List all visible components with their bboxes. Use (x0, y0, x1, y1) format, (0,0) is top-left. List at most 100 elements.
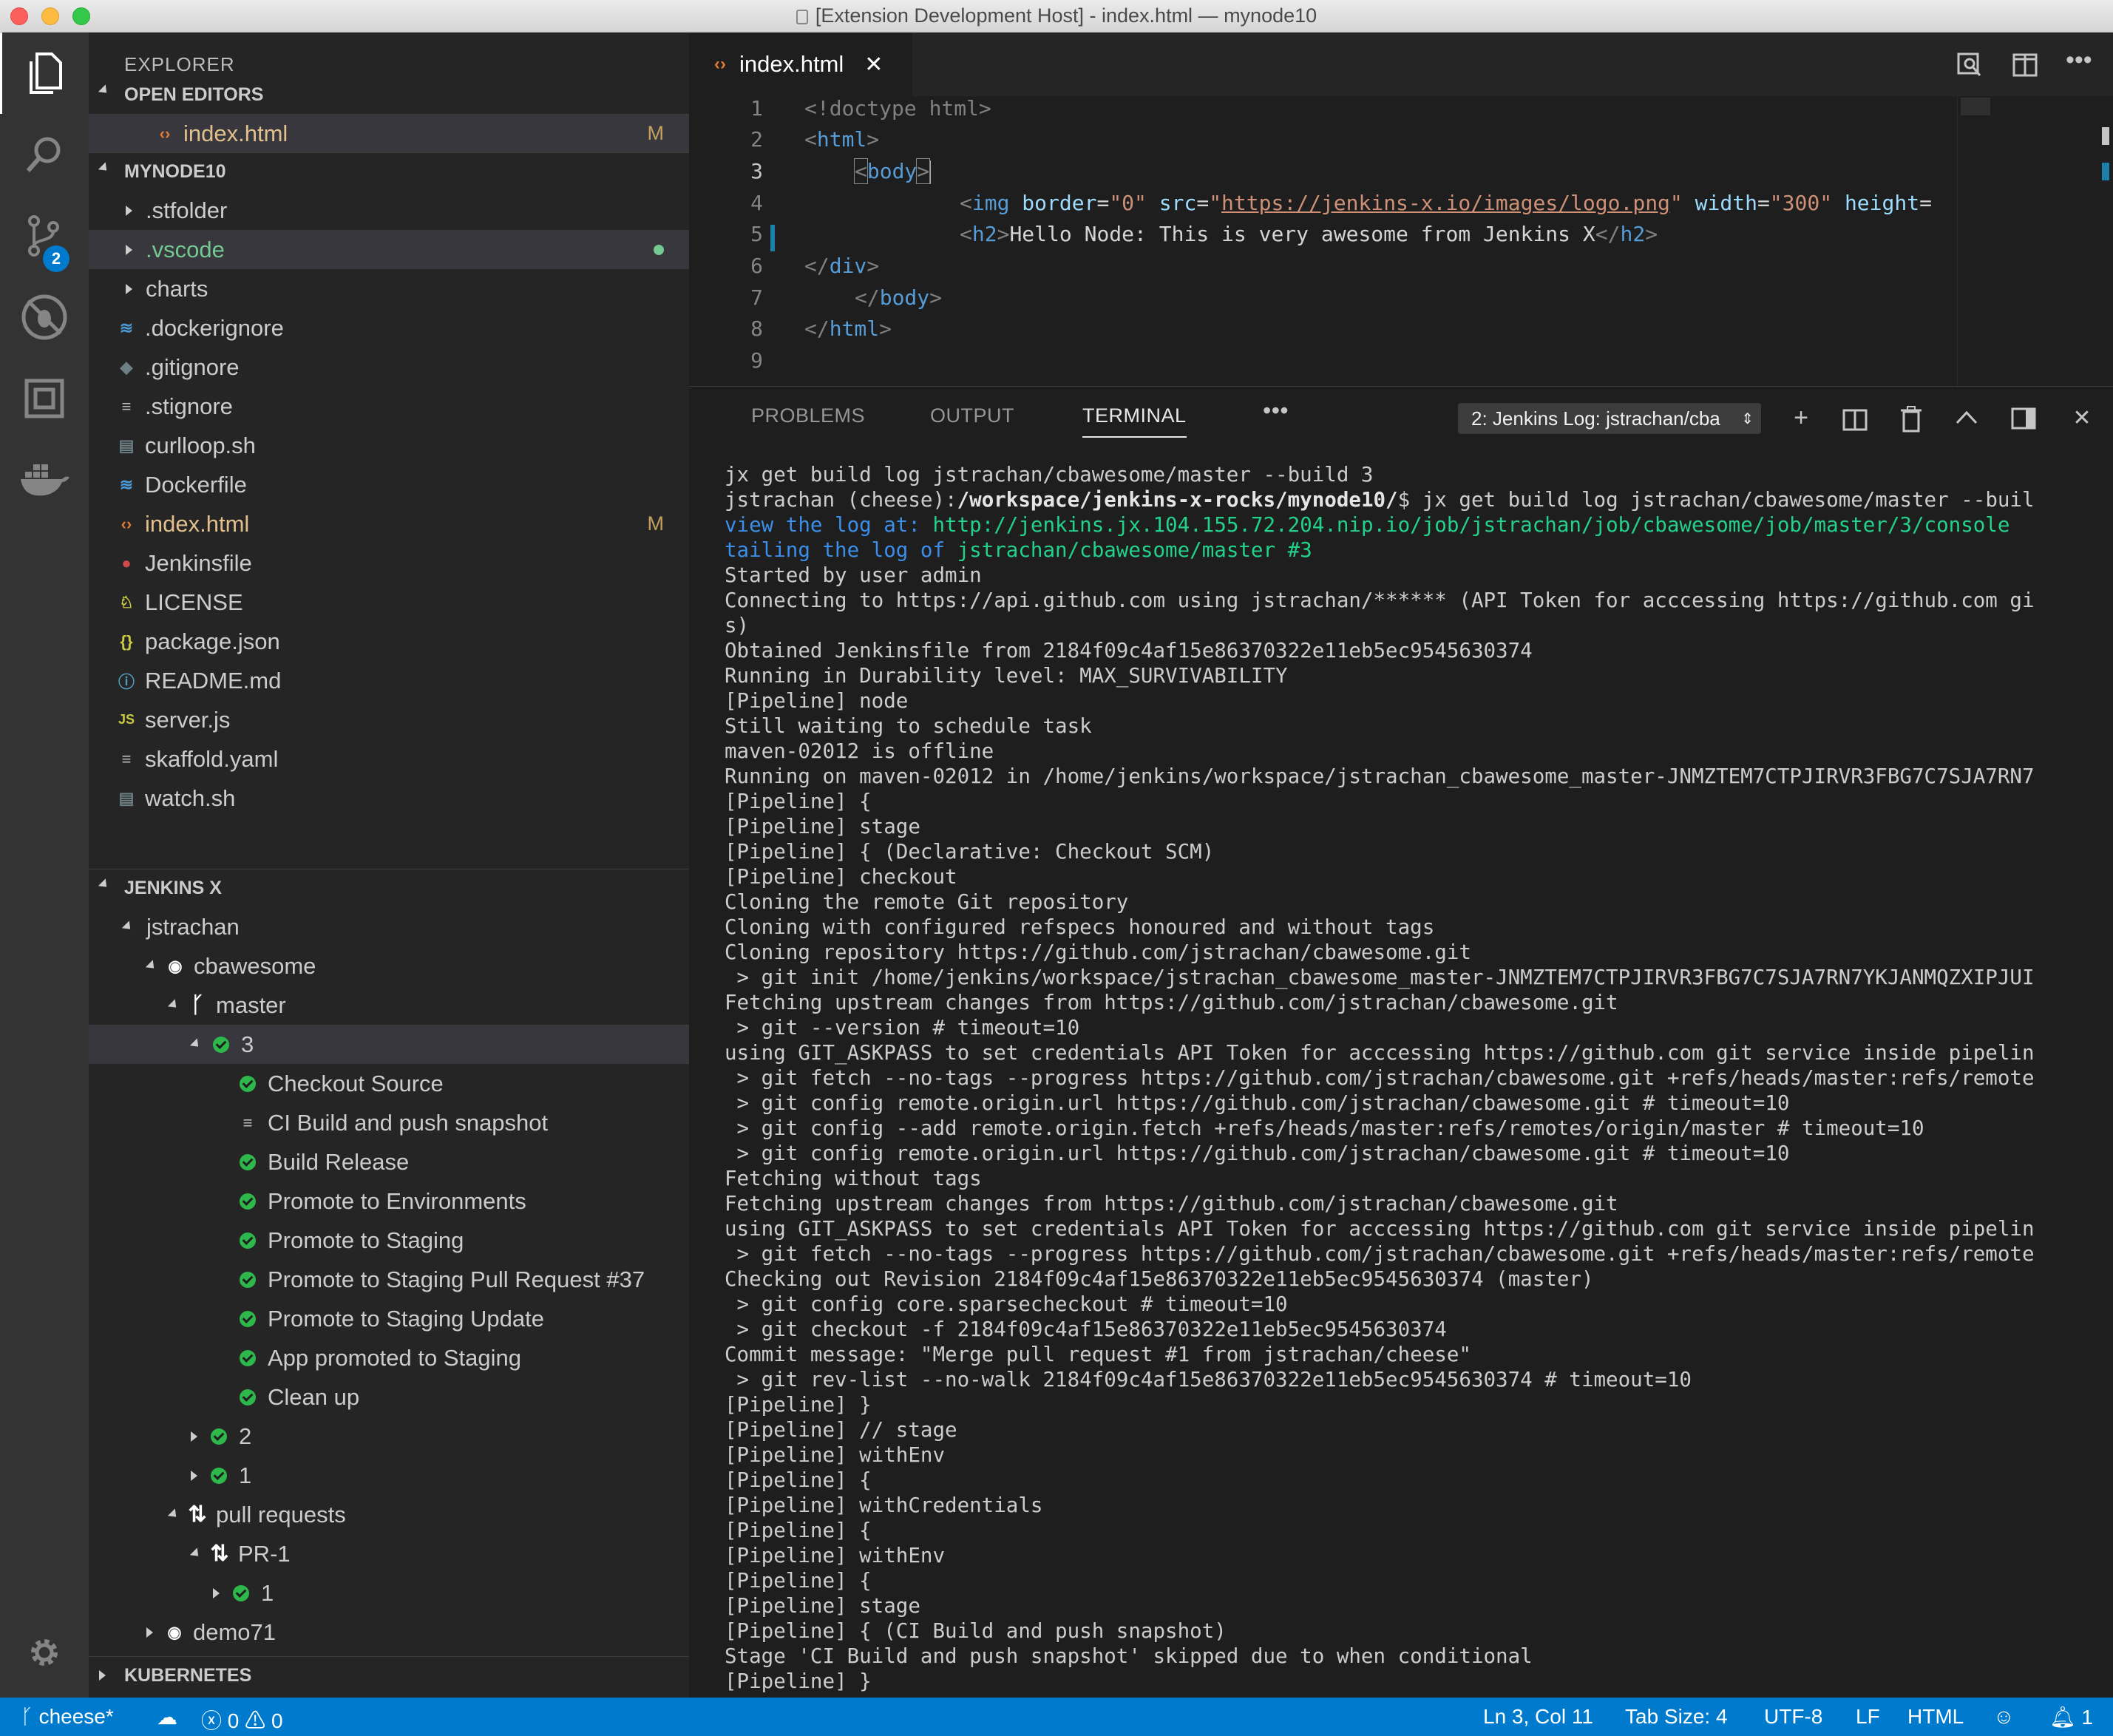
file-item[interactable]: ≋ Dockerfile (89, 465, 689, 504)
stage-item[interactable]: Promote to Staging (89, 1221, 689, 1260)
open-editors-header[interactable]: OPEN EDITORS (89, 75, 689, 114)
code-line: <body> (854, 158, 932, 184)
stage-item[interactable]: Build Release (89, 1142, 689, 1181)
stage-item[interactable]: ≡ CI Build and push snapshot (89, 1103, 689, 1142)
problems-status[interactable]: ⓧ 0 ⚠ 0 (201, 1705, 283, 1735)
new-terminal-icon[interactable]: + (1785, 401, 1817, 434)
file-item[interactable]: JS server.js (89, 700, 689, 739)
terminal-selector[interactable]: 2: Jenkins Log: jstrachan/cba ⇕ (1458, 403, 1761, 434)
open-editor-item[interactable]: ‹› index.html M (89, 114, 689, 153)
code-editor[interactable]: 1 <!doctype html> 2 <html> 3 <body> 4 <img b… (689, 96, 2113, 386)
jenkins-build-item[interactable]: 2 (89, 1417, 689, 1456)
branch-name: master (216, 991, 286, 1018)
stage-name: Promote to Environments (268, 1187, 526, 1214)
notifications-status[interactable]: 🔔︎ 1 (2049, 1705, 2093, 1729)
file-item[interactable]: ⓘ README.md (89, 661, 689, 700)
debug-activity[interactable] (0, 277, 89, 358)
pull-request-icon: ⇅ (188, 1502, 207, 1527)
pull-requests-item[interactable]: ⇅ pull requests (89, 1495, 689, 1534)
search-activity[interactable] (0, 114, 89, 195)
line-number: 5 (750, 222, 763, 246)
file-item[interactable]: ● Jenkinsfile (89, 543, 689, 583)
toggle-panel-position-icon[interactable] (2011, 407, 2036, 430)
folder-item[interactable]: .stfolder (89, 191, 689, 230)
open-preview-icon[interactable] (1956, 52, 1983, 78)
terminal-line: jx get build log jstrachan/cbawesome/mas… (725, 463, 1374, 486)
feedback-icon[interactable]: ☺ (1993, 1705, 2015, 1729)
success-check-icon (240, 1349, 256, 1366)
stage-item[interactable]: App promoted to Staging (89, 1338, 689, 1377)
split-editor-icon[interactable] (2012, 53, 2038, 77)
stage-item[interactable]: Clean up (89, 1377, 689, 1417)
kubernetes-header[interactable]: KUBERNETES (89, 1656, 689, 1695)
explorer-activity[interactable] (0, 33, 89, 114)
settings-activity[interactable] (0, 1612, 89, 1693)
close-panel-icon[interactable]: ✕ (2066, 401, 2098, 434)
jenkins-build-item[interactable]: 1 (89, 1573, 689, 1613)
file-name: LICENSE (145, 589, 243, 615)
jenkins-branch-item[interactable]: ᚴ master (89, 986, 689, 1025)
source-control-activity[interactable]: 2 (0, 195, 89, 277)
error-icon: ⓧ (201, 1709, 223, 1732)
more-actions-icon[interactable]: ••• (2066, 46, 2092, 75)
file-item[interactable]: ≡ .stignore (89, 387, 689, 426)
file-item[interactable]: ≡ skaffold.yaml (89, 739, 689, 779)
line-number: 6 (750, 254, 763, 278)
file-item[interactable]: ▤ curlloop.sh (89, 426, 689, 465)
split-terminal-icon[interactable] (1842, 409, 1868, 431)
file-item[interactable]: ≋ .dockerignore (89, 308, 689, 347)
terminal-output[interactable]: jx get build log jstrachan/cbawesome/mas… (725, 462, 2078, 1697)
tab-index-html[interactable]: ‹› index.html ✕ (689, 33, 912, 96)
repo-name: cbawesome (194, 952, 316, 979)
folder-item[interactable]: charts (89, 269, 689, 308)
jenkins-x-header[interactable]: JENKINS X (89, 869, 689, 907)
tab-problems[interactable]: PROBLEMS (751, 404, 865, 427)
shell-file-icon: ▤ (118, 435, 135, 455)
yaml-file-icon: ≡ (121, 749, 132, 768)
file-item[interactable]: {} package.json (89, 622, 689, 661)
jenkins-repo-item[interactable]: ◉ demo71 (89, 1613, 689, 1652)
folder-item[interactable]: .vscode (89, 230, 689, 269)
encoding[interactable]: UTF-8 (1764, 1705, 1822, 1729)
modified-dot (654, 244, 664, 255)
stage-item[interactable]: Promote to Staging Pull Request #37 (89, 1260, 689, 1299)
branch-status[interactable]: ᚴ cheese* (21, 1705, 114, 1729)
file-item[interactable]: ‹› index.html M (89, 504, 689, 543)
terminal-line: [Pipeline] { (725, 1519, 872, 1542)
stage-item[interactable]: Promote to Environments (89, 1181, 689, 1221)
tab-output[interactable]: OUTPUT (930, 404, 1014, 427)
docker-activity[interactable] (0, 439, 89, 521)
project-header[interactable]: MYNODE10 (89, 152, 689, 191)
extensions-activity[interactable] (0, 358, 89, 439)
maximize-panel-icon[interactable] (1955, 409, 1978, 425)
terminal-prompt-line: jstrachan (cheese):/workspace/jenkins-x-… (725, 488, 2035, 512)
jenkins-build-item[interactable]: 3 (89, 1025, 689, 1064)
file-item[interactable]: ▤ watch.sh (89, 779, 689, 818)
trash-icon[interactable] (1900, 406, 1922, 433)
more-actions-icon[interactable]: ••• (1263, 397, 1289, 424)
terminal-line: Fetching without tags (725, 1167, 982, 1190)
terminal-line: Stage 'CI Build and push snapshot' skipp… (725, 1644, 1533, 1668)
minimap[interactable] (1957, 96, 2113, 386)
stage-item[interactable]: Promote to Staging Update (89, 1299, 689, 1338)
tab-terminal[interactable]: TERMINAL (1082, 404, 1187, 438)
cursor-position[interactable]: Ln 3, Col 11 (1483, 1705, 1593, 1729)
jenkins-owner-item[interactable]: jstrachan (89, 907, 689, 946)
file-item[interactable]: ◆ .gitignore (89, 347, 689, 387)
jenkins-repo-item[interactable]: ◉ cbawesome (89, 946, 689, 986)
pr-item[interactable]: ⇅ PR-1 (89, 1534, 689, 1573)
end-of-line[interactable]: LF (1856, 1705, 1880, 1729)
tab-size[interactable]: Tab Size: 4 (1625, 1705, 1728, 1729)
code-line: <img border="0" src="https://jenkins-x.i… (960, 191, 1932, 215)
javascript-file-icon: JS (118, 712, 135, 727)
stage-name: Build Release (268, 1148, 410, 1175)
sync-icon[interactable]: ☁ (157, 1705, 177, 1729)
branch-name: cheese* (38, 1705, 114, 1728)
close-icon[interactable]: ✕ (864, 52, 883, 78)
jenkins-build-item[interactable]: 1 (89, 1456, 689, 1495)
stage-item[interactable]: Checkout Source (89, 1064, 689, 1103)
github-icon: ◉ (168, 956, 183, 975)
file-name: .dockerignore (145, 314, 284, 341)
language-mode[interactable]: HTML (1907, 1705, 1964, 1729)
file-item[interactable]: ♘ LICENSE (89, 583, 689, 622)
